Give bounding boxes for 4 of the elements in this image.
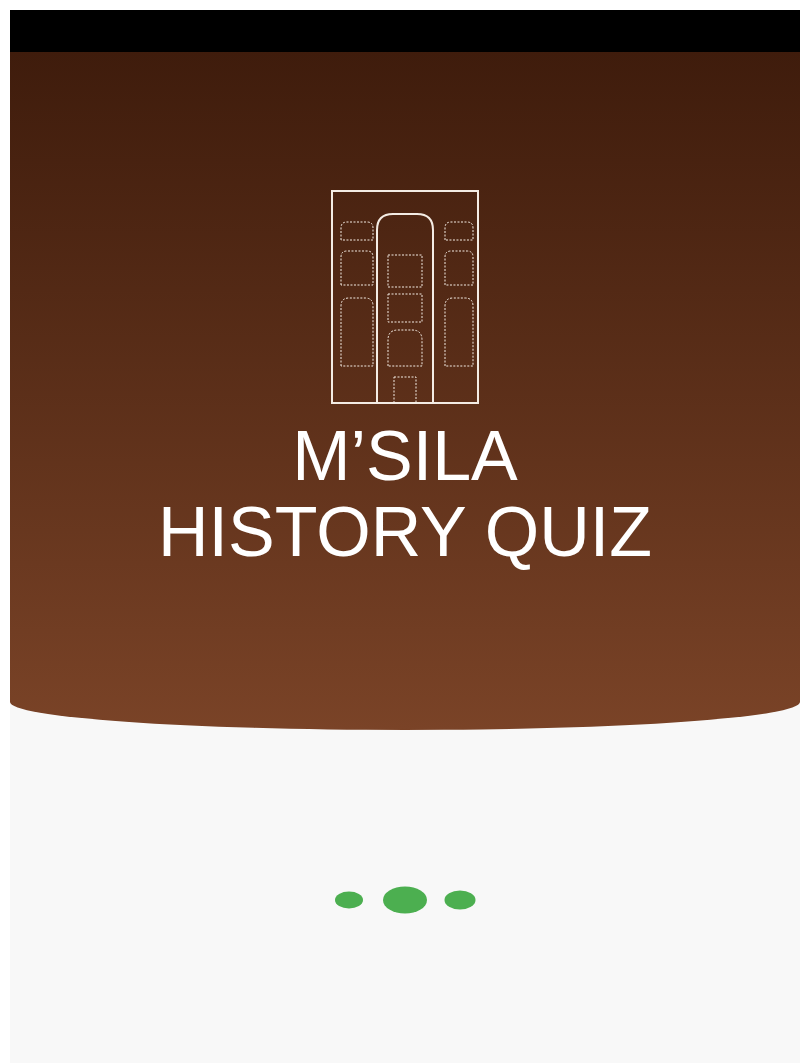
app-title: M’SILA <box>292 418 518 494</box>
loading-dots-icon <box>334 886 476 914</box>
app-title: HISTORY QUIZ <box>158 494 652 570</box>
building-logo-icon <box>331 190 479 404</box>
